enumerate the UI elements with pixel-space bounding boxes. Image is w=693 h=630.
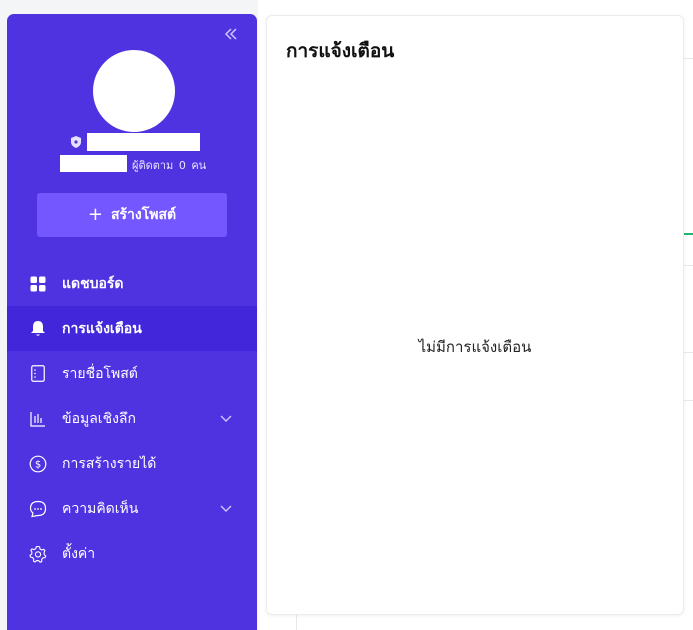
empty-state-message: ไม่มีการแจ้งเตือน bbox=[418, 338, 532, 356]
sidebar-item-insights[interactable]: ข้อมูลเชิงลึก bbox=[7, 396, 257, 441]
double-chevron-left-icon[interactable] bbox=[223, 26, 239, 42]
sidebar-item-label: ความคิดเห็น bbox=[62, 500, 139, 517]
plus-icon: + bbox=[87, 204, 103, 225]
page-title: การแจ้งเตือน bbox=[286, 40, 395, 62]
sidebar-item-label: การแจ้งเตือน bbox=[62, 320, 142, 337]
shield-badge-icon bbox=[71, 136, 81, 148]
profile-handle-redacted bbox=[60, 155, 127, 172]
create-post-button[interactable]: + สร้างโพสต์ bbox=[37, 193, 227, 237]
background-divider bbox=[684, 400, 693, 401]
chevron-down-icon[interactable] bbox=[219, 411, 233, 425]
gear-icon bbox=[29, 545, 47, 563]
svg-text:$: $ bbox=[35, 459, 41, 470]
sidebar-item-label: รายชื่อโพสต์ bbox=[62, 365, 138, 382]
sidebar-item-label: การสร้างรายได้ bbox=[62, 455, 157, 472]
avatar[interactable] bbox=[93, 50, 175, 132]
followers-count: ผู้ติดตาม 0 คน bbox=[130, 156, 206, 174]
background-divider bbox=[296, 615, 297, 630]
followers-number: 0 bbox=[178, 159, 186, 172]
bar-chart-icon bbox=[29, 410, 47, 428]
post-list-icon bbox=[29, 365, 47, 383]
sidebar-menu: แดชบอร์ด การแจ้งเตือน รายชื่อโพสต์ ข้อมู… bbox=[7, 261, 257, 576]
sidebar-item-monetization[interactable]: $ การสร้างรายได้ bbox=[7, 441, 257, 486]
sidebar-item-dashboard[interactable]: แดชบอร์ด bbox=[7, 261, 257, 306]
sidebar: ผู้ติดตาม 0 คน + สร้างโพสต์ แดชบอร์ด การ… bbox=[7, 14, 257, 630]
sidebar-item-label: ตั้งค่า bbox=[62, 545, 96, 562]
profile-name-redacted bbox=[87, 133, 200, 151]
bell-icon bbox=[29, 320, 47, 338]
sidebar-item-settings[interactable]: ตั้งค่า bbox=[7, 531, 257, 576]
dollar-circle-icon: $ bbox=[29, 455, 47, 473]
chevron-down-icon[interactable] bbox=[219, 501, 233, 515]
background-divider bbox=[684, 265, 693, 266]
sidebar-item-notifications[interactable]: การแจ้งเตือน bbox=[7, 306, 257, 351]
dashboard-grid-icon bbox=[29, 275, 47, 293]
background-divider bbox=[684, 58, 693, 59]
sidebar-item-label: แดชบอร์ด bbox=[62, 275, 124, 292]
background-accent-line bbox=[684, 233, 693, 235]
create-post-label: สร้างโพสต์ bbox=[110, 207, 177, 223]
sidebar-item-label: ข้อมูลเชิงลึก bbox=[62, 410, 136, 427]
sidebar-item-post-list[interactable]: รายชื่อโพสต์ bbox=[7, 351, 257, 396]
comment-bubble-icon bbox=[29, 500, 47, 518]
followers-unit: คน bbox=[191, 159, 207, 172]
notifications-panel: การแจ้งเตือน ไม่มีการแจ้งเตือน bbox=[266, 15, 684, 615]
sidebar-item-comments[interactable]: ความคิดเห็น bbox=[7, 486, 257, 531]
background-divider bbox=[684, 352, 693, 353]
followers-label: ผู้ติดตาม bbox=[132, 159, 174, 172]
